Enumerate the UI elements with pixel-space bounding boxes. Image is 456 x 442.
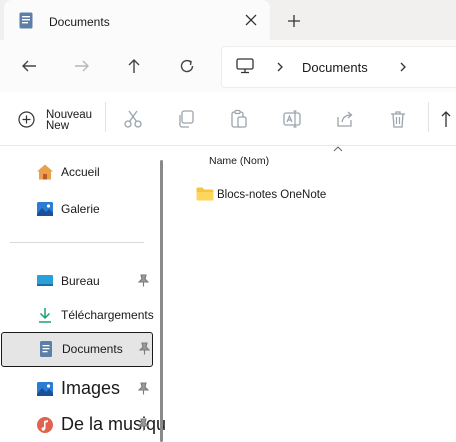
add-circle-icon [18, 111, 35, 128]
pin-icon[interactable] [138, 418, 149, 431]
sidebar-item-label: Accueil [61, 165, 100, 179]
sort-icon[interactable] [440, 109, 456, 129]
chevron-right-icon[interactable] [399, 62, 407, 72]
pin-icon[interactable] [139, 342, 150, 355]
up-arrow-icon[interactable] [125, 57, 143, 75]
back-arrow-icon[interactable] [20, 57, 38, 75]
music-icon [37, 417, 53, 433]
sidebar-item-label: Galerie [61, 202, 100, 216]
computer-icon [236, 58, 254, 74]
download-icon [39, 308, 51, 323]
pictures-icon [37, 382, 53, 396]
new-label-en: New [46, 120, 70, 132]
tab-title: Documents [49, 15, 110, 29]
sidebar-item-accueil[interactable]: Accueil [0, 155, 154, 189]
new-button[interactable]: Nouveau New [12, 106, 102, 132]
documents-icon [19, 12, 33, 29]
address-bar[interactable]: Documents [221, 46, 456, 88]
pin-icon[interactable] [138, 382, 149, 395]
tab-bar: Documents [0, 0, 456, 40]
home-icon [37, 164, 53, 180]
sidebar-item-label: Documents [62, 342, 123, 356]
column-header-name[interactable]: Name (Nom) [209, 155, 269, 167]
sidebar-item-galerie[interactable]: Galerie [0, 192, 154, 226]
sidebar-item-documents[interactable]: Documents [1, 332, 153, 367]
breadcrumb-documents[interactable]: Documents [302, 60, 368, 75]
delete-icon[interactable] [388, 109, 408, 129]
sidebar-scrollbar[interactable] [160, 160, 163, 442]
folder-icon [196, 187, 214, 201]
sidebar-item-label: Bureau [61, 274, 100, 288]
refresh-icon[interactable] [178, 57, 196, 75]
close-icon[interactable] [244, 13, 258, 27]
sidebar-item-telechargements[interactable]: Téléchargements [0, 298, 154, 332]
toolbar-divider [428, 102, 429, 132]
navigation-bar: Documents [0, 40, 456, 92]
tab-documents[interactable]: Documents [4, 0, 270, 40]
copy-icon[interactable] [176, 109, 196, 129]
desktop-icon [37, 275, 53, 286]
sidebar-item-bureau[interactable]: Bureau [0, 264, 154, 298]
gallery-icon [37, 202, 53, 216]
sidebar-item-images[interactable]: Images [0, 372, 154, 406]
file-name: Blocs-notes OneNote [217, 189, 327, 201]
sidebar-item-label: Images [61, 378, 121, 398]
sidebar-item-label: Téléchargements [61, 308, 154, 322]
paste-icon[interactable] [229, 109, 249, 129]
file-row[interactable]: Blocs-notes OneNote [192, 184, 442, 208]
pin-icon[interactable] [138, 274, 149, 287]
file-list-pane: Name (Nom) Blocs-notes OneNote [166, 146, 456, 442]
navigation-pane: Accueil Galerie Bureau Téléchargements D… [0, 146, 176, 442]
sidebar-item-musique[interactable]: De la musique [0, 408, 176, 442]
documents-icon [40, 341, 52, 357]
command-bar: Nouveau New [0, 92, 456, 146]
chevron-right-icon[interactable] [276, 62, 284, 72]
share-icon[interactable] [335, 109, 355, 129]
new-tab-icon[interactable] [287, 14, 301, 28]
forward-arrow-icon[interactable] [73, 57, 91, 75]
new-button-label: Nouveau New [46, 109, 92, 132]
sort-ascending-icon [333, 146, 343, 152]
rename-icon[interactable] [282, 109, 302, 129]
cut-icon[interactable] [123, 109, 143, 129]
sidebar-item-label: De la musique [61, 414, 177, 434]
sidebar-divider [10, 242, 144, 243]
toolbar-divider [105, 102, 106, 132]
